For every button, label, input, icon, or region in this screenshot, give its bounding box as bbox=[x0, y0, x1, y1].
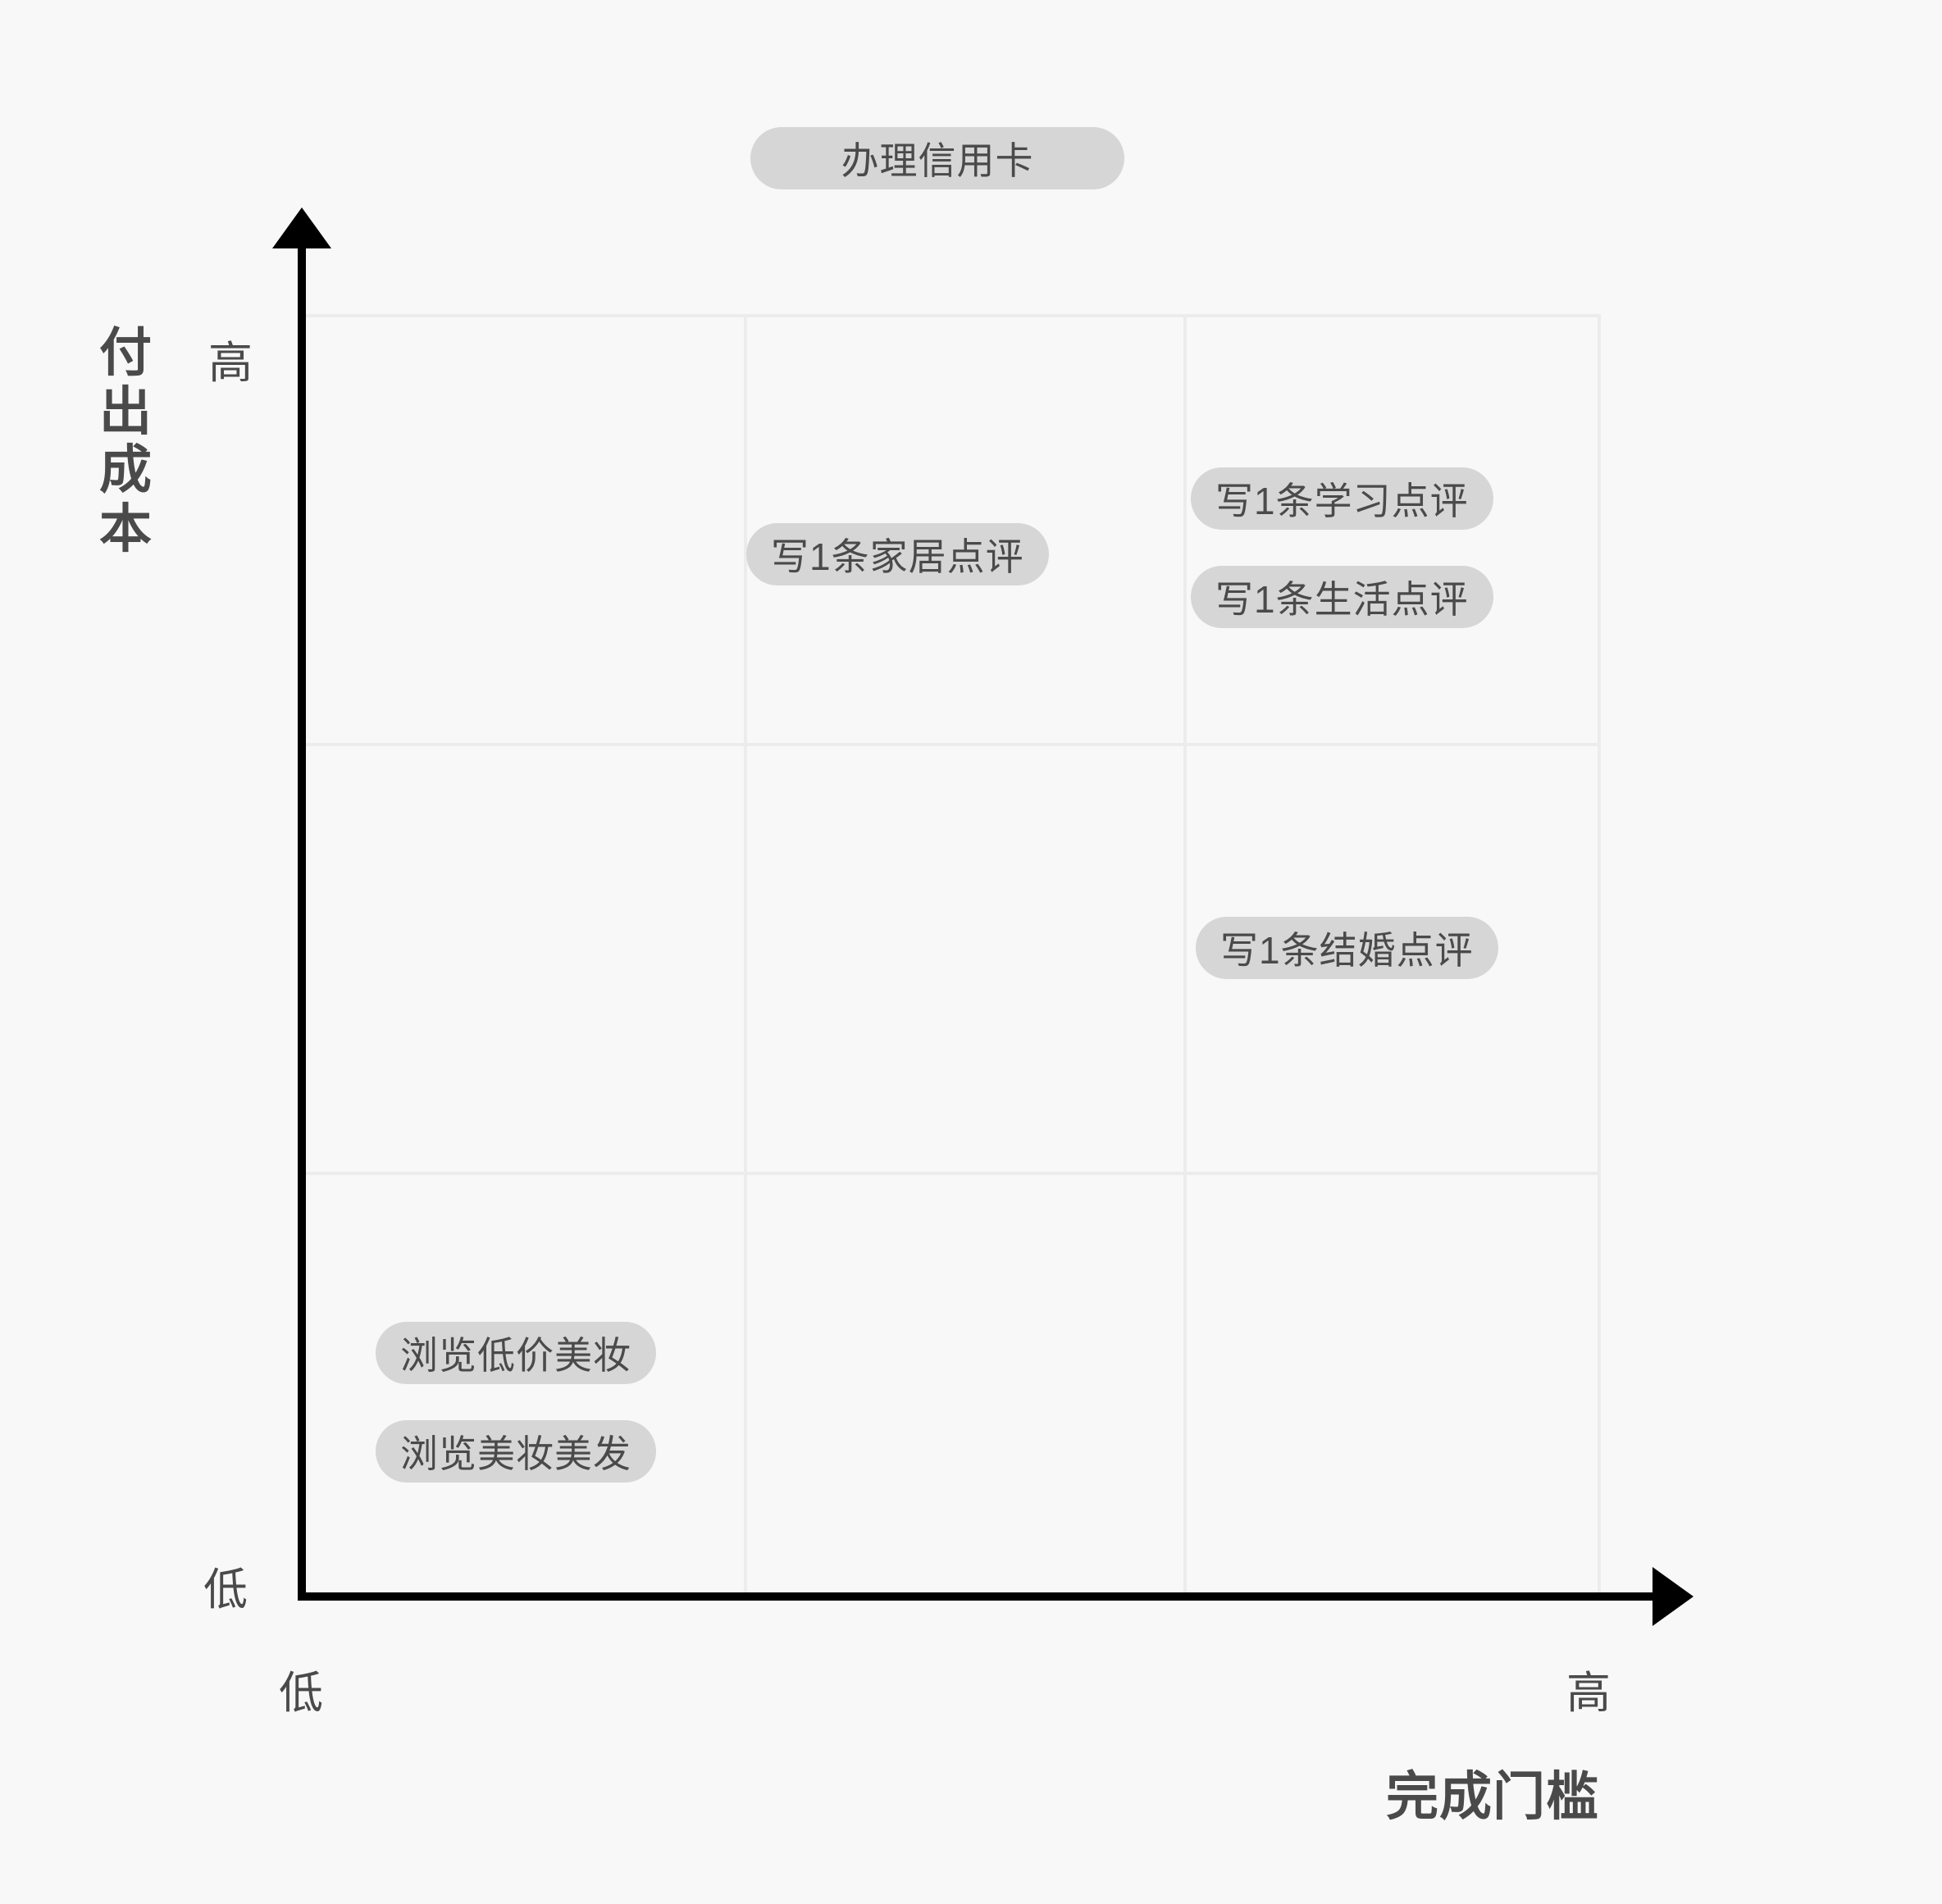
y-axis-tick-low: 低 bbox=[203, 1565, 248, 1615]
grid-line-horizontal-top bbox=[306, 314, 1601, 317]
x-axis-tick-low: 低 bbox=[279, 1669, 323, 1718]
x-axis-title: 完成门槛 bbox=[1386, 1767, 1599, 1826]
y-axis-title: 付出成本 bbox=[99, 323, 152, 559]
data-point-pill: 写1条生活点评 bbox=[1191, 566, 1493, 628]
grid-line-vertical-second bbox=[1183, 314, 1187, 1592]
chart-title-pill: 办理信用卡 bbox=[750, 127, 1124, 189]
grid-line-horizontal-mid-upper bbox=[306, 743, 1601, 746]
data-point-pill: 浏览低价美妆 bbox=[376, 1322, 656, 1384]
y-axis-arrow-icon bbox=[272, 207, 331, 248]
x-axis-arrow-icon bbox=[1653, 1567, 1694, 1626]
data-point-pill: 写1条结婚点评 bbox=[1196, 917, 1498, 979]
y-axis-line bbox=[298, 243, 306, 1601]
data-point-pill: 写1条学习点评 bbox=[1191, 467, 1493, 530]
grid-line-horizontal-mid-lower bbox=[306, 1172, 1601, 1175]
grid-line-vertical-right-edge bbox=[1598, 314, 1601, 1592]
x-axis-line bbox=[298, 1592, 1667, 1601]
x-axis-tick-high: 高 bbox=[1566, 1669, 1611, 1718]
data-point-pill: 浏览美妆美发 bbox=[376, 1420, 656, 1483]
data-point-pill: 写1条家居点评 bbox=[746, 523, 1049, 585]
quadrant-chart-canvas: 办理信用卡 付出成本 完成门槛 高 低 低 高 写1条家居点评 写1条学习点评 写1… bbox=[0, 0, 1942, 1904]
y-axis-tick-high: 高 bbox=[208, 339, 253, 388]
grid-line-vertical-first bbox=[744, 314, 747, 1592]
